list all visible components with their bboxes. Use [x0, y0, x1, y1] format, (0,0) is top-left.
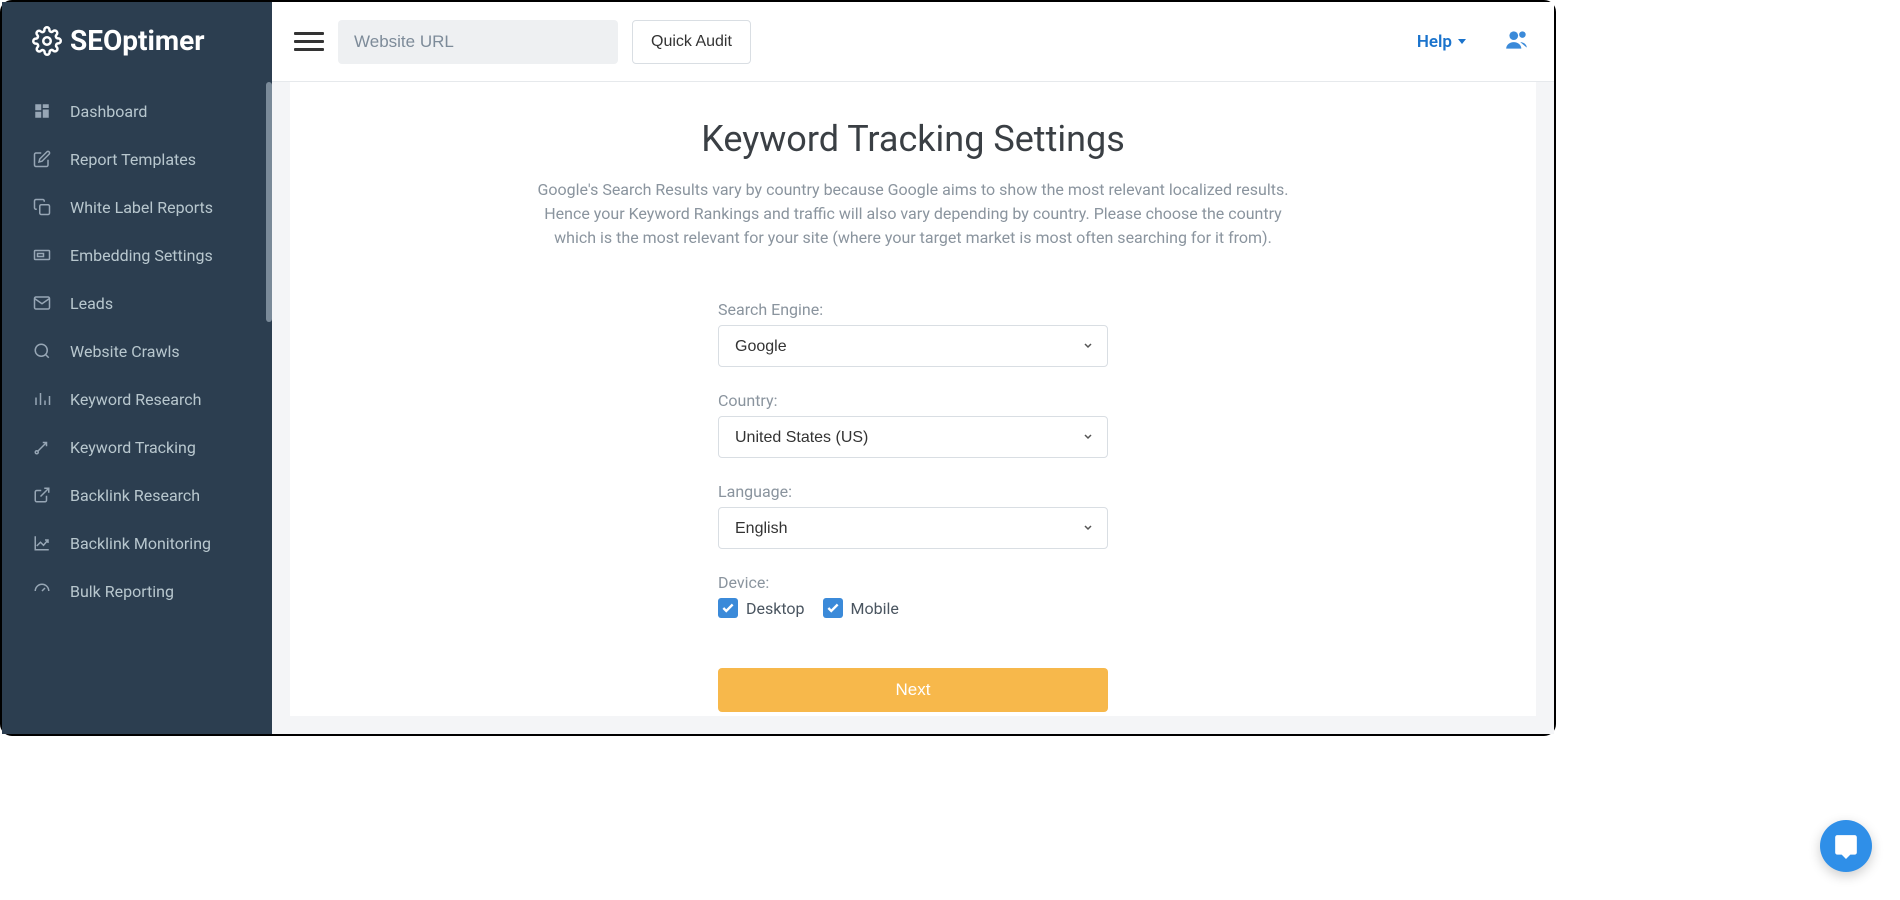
sidebar-item-label: Website Crawls: [70, 342, 180, 361]
sidebar-item-embedding-settings[interactable]: Embedding Settings: [2, 231, 272, 279]
barchart-icon: [32, 389, 52, 409]
page-description: Google's Search Results vary by country …: [523, 178, 1303, 250]
settings-form: Search Engine: Google Country: United St…: [718, 300, 1108, 712]
topbar: Quick Audit Help: [272, 2, 1554, 82]
quick-audit-button[interactable]: Quick Audit: [632, 20, 751, 64]
sidebar-item-label: Backlink Monitoring: [70, 534, 211, 553]
chat-widget-icon[interactable]: [1820, 820, 1872, 872]
next-button[interactable]: Next: [718, 668, 1108, 712]
device-mobile-label: Mobile: [851, 599, 899, 618]
menu-toggle-icon[interactable]: [294, 27, 324, 57]
content: Keyword Tracking Settings Google's Searc…: [272, 82, 1554, 734]
search-engine-label: Search Engine:: [718, 300, 1108, 319]
brand-logo[interactable]: SEOptimer: [2, 2, 272, 79]
sidebar-item-label: Report Templates: [70, 150, 196, 169]
help-dropdown[interactable]: Help: [1417, 32, 1466, 52]
mail-icon: [32, 293, 52, 313]
sidebar-item-label: Backlink Research: [70, 486, 200, 505]
sidebar-nav: Dashboard Report Templates White Label R…: [2, 79, 272, 615]
copy-icon: [32, 197, 52, 217]
gear-icon: [32, 26, 62, 56]
sidebar-scrollbar[interactable]: [266, 82, 272, 322]
external-link-icon: [32, 485, 52, 505]
brand-name: SEOptimer: [70, 24, 205, 57]
search-engine-select[interactable]: Google: [718, 325, 1108, 367]
embed-icon: [32, 245, 52, 265]
website-url-input[interactable]: [338, 20, 618, 64]
country-label: Country:: [718, 391, 1108, 410]
sidebar-item-backlink-research[interactable]: Backlink Research: [2, 471, 272, 519]
checkbox-checked-icon: [718, 598, 738, 618]
device-desktop-checkbox[interactable]: Desktop: [718, 598, 805, 618]
sidebar-item-bulk-reporting[interactable]: Bulk Reporting: [2, 567, 272, 615]
language-select[interactable]: English: [718, 507, 1108, 549]
sidebar-item-dashboard[interactable]: Dashboard: [2, 87, 272, 135]
gauge-icon: [32, 581, 52, 601]
linechart-icon: [32, 533, 52, 553]
sidebar-item-white-label-reports[interactable]: White Label Reports: [2, 183, 272, 231]
settings-card: Keyword Tracking Settings Google's Searc…: [290, 82, 1536, 716]
main: Quick Audit Help Keyword Tracking Settin…: [272, 2, 1554, 734]
edit-icon: [32, 149, 52, 169]
sidebar-item-label: Keyword Tracking: [70, 438, 196, 457]
country-select[interactable]: United States (US): [718, 416, 1108, 458]
sidebar-item-label: Keyword Research: [70, 390, 201, 409]
search-icon: [32, 341, 52, 361]
chevron-down-icon: [1458, 39, 1466, 44]
checkbox-checked-icon: [823, 598, 843, 618]
sidebar-item-keyword-research[interactable]: Keyword Research: [2, 375, 272, 423]
device-desktop-label: Desktop: [746, 599, 805, 618]
sidebar-item-label: Bulk Reporting: [70, 582, 174, 601]
help-label: Help: [1417, 32, 1452, 52]
dashboard-icon: [32, 101, 52, 121]
language-label: Language:: [718, 482, 1108, 501]
sidebar-item-label: White Label Reports: [70, 198, 213, 217]
sidebar-item-report-templates[interactable]: Report Templates: [2, 135, 272, 183]
arrow-icon: [32, 437, 52, 457]
sidebar-item-website-crawls[interactable]: Website Crawls: [2, 327, 272, 375]
sidebar-item-leads[interactable]: Leads: [2, 279, 272, 327]
sidebar-item-label: Embedding Settings: [70, 246, 213, 265]
sidebar-item-backlink-monitoring[interactable]: Backlink Monitoring: [2, 519, 272, 567]
device-label: Device:: [718, 573, 1108, 592]
device-mobile-checkbox[interactable]: Mobile: [823, 598, 899, 618]
sidebar-item-label: Leads: [70, 294, 113, 313]
sidebar-item-label: Dashboard: [70, 102, 147, 121]
page-title: Keyword Tracking Settings: [330, 118, 1496, 160]
sidebar: SEOptimer Dashboard Report Templates Whi…: [2, 2, 272, 734]
users-icon[interactable]: [1502, 27, 1532, 57]
sidebar-item-keyword-tracking[interactable]: Keyword Tracking: [2, 423, 272, 471]
